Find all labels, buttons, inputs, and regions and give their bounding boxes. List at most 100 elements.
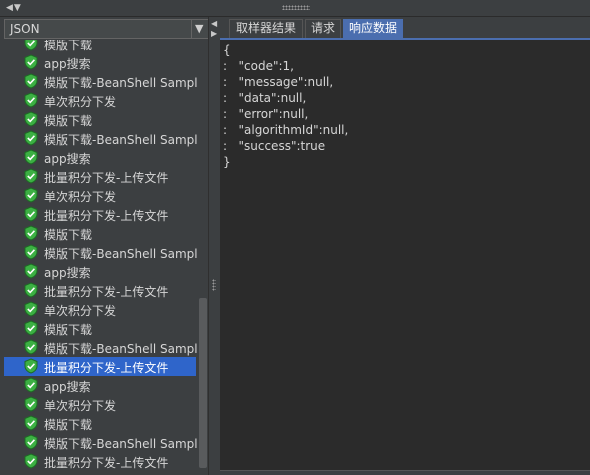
tree-item[interactable]: 模版下载-BeanShell Sampler: [4, 72, 200, 91]
tree-item-label: 模版下载: [44, 228, 93, 242]
tree-item[interactable]: 批量积分下发-上传文件: [4, 167, 196, 186]
check-shield-icon: [24, 263, 38, 279]
tree-item[interactable]: 模版下载: [4, 319, 196, 338]
check-shield-icon: [24, 282, 38, 298]
json-line: {: [223, 43, 231, 57]
renderer-select-value: JSON: [10, 22, 40, 36]
tree-item-label: 批量积分下发-上传文件: [44, 209, 169, 223]
divider-grip-icon[interactable]: [212, 279, 216, 291]
tree-item-label: 批量积分下发-上传文件: [44, 285, 169, 299]
tree-item[interactable]: 单次积分下发: [4, 300, 196, 319]
tree-item-label: 模版下载-BeanShell Sampler: [44, 342, 200, 356]
check-shield-icon: [24, 320, 38, 336]
response-panel[interactable]: { : "code":1, : "message":null, : "data"…: [220, 40, 590, 470]
check-shield-icon: [24, 73, 38, 89]
response-json[interactable]: { : "code":1, : "message":null, : "data"…: [223, 42, 348, 170]
tree-item-label: 批量积分下发-上传文件: [44, 171, 169, 185]
top-divider: [0, 16, 590, 17]
check-shield-icon: [24, 339, 38, 355]
tree-item[interactable]: 模版下载-BeanShell Sampler: [4, 433, 200, 452]
json-line: : "data":null,: [223, 91, 307, 105]
tree-item[interactable]: 批量积分下发-上传文件: [4, 357, 196, 376]
top-toolbar: ◀▼: [0, 0, 590, 16]
tree-item[interactable]: app搜索: [4, 376, 196, 395]
check-shield-icon: [24, 54, 38, 70]
collapse-left-icon[interactable]: ◀: [211, 19, 217, 28]
tree-item[interactable]: app搜索: [4, 53, 196, 72]
tree-item[interactable]: 批量积分下发-上传文件: [4, 205, 196, 224]
tree-item-label: 模版下载: [44, 114, 93, 128]
tree-item[interactable]: 模版下载-BeanShell Sampler: [4, 243, 200, 262]
check-shield-icon: [24, 415, 38, 431]
grip-icon[interactable]: [282, 5, 310, 10]
tree-item[interactable]: 单次积分下发: [4, 395, 196, 414]
tree-item-label: app搜索: [44, 266, 91, 280]
check-shield-icon: [24, 111, 38, 127]
tab-sampler-result[interactable]: 取样器结果: [229, 19, 303, 38]
tree-item[interactable]: 模版下载-BeanShell Sampler: [4, 129, 200, 148]
tab-label: 请求: [310, 21, 335, 35]
tree-item-label: 单次积分下发: [44, 304, 117, 318]
split-pane-divider[interactable]: ◀ ▶: [208, 17, 220, 475]
tree-item-label: 单次积分下发: [44, 95, 117, 109]
check-shield-icon: [24, 396, 38, 412]
check-shield-icon: [24, 301, 38, 317]
json-line: : "algorithmId":null,: [223, 123, 349, 137]
tree-item[interactable]: app搜索: [4, 262, 196, 281]
check-shield-icon: [24, 92, 38, 108]
tree-item[interactable]: 模版下载: [4, 414, 196, 433]
check-shield-icon: [24, 130, 38, 146]
tree-item-label: 模版下载: [44, 323, 93, 337]
tree-item-label: 批量积分下发-上传文件: [44, 456, 169, 470]
tree-item-label: app搜索: [44, 152, 91, 166]
tree-item-label: 模版下载: [44, 418, 93, 432]
tree-item[interactable]: app搜索: [4, 148, 196, 167]
expand-right-icon[interactable]: ▶: [211, 29, 217, 38]
tree-item-label: 模版下载-BeanShell Sampler: [44, 76, 200, 90]
tree-item-label: app搜索: [44, 380, 91, 394]
tab-response-data[interactable]: 响应数据: [343, 19, 403, 38]
tree-scrollbar-thumb[interactable]: [199, 298, 207, 468]
check-shield-icon: [24, 187, 38, 203]
check-shield-icon: [24, 453, 38, 469]
json-line: : "code":1,: [223, 59, 294, 73]
results-tree[interactable]: 模版下载 app搜索 模版下载-BeanShell Sampler 单次积分下发 模版下…: [4, 40, 200, 472]
tree-item-label: 模版下载-BeanShell Sampler: [44, 247, 200, 261]
check-shield-icon: [24, 377, 38, 393]
tree-item[interactable]: 批量积分下发-上传文件: [4, 452, 196, 471]
check-shield-icon: [24, 168, 38, 184]
tab-label: 响应数据: [348, 21, 397, 35]
tree-item-label: app搜索: [44, 57, 91, 71]
tree-item-label: 模版下载-BeanShell Sampler: [44, 133, 200, 147]
chevron-down-icon[interactable]: ▼: [195, 22, 203, 35]
json-line: : "error":null,: [223, 107, 309, 121]
check-shield-icon: [24, 40, 38, 51]
tree-item[interactable]: 单次积分下发: [4, 91, 196, 110]
json-line: : "success":true: [223, 139, 326, 153]
check-shield-icon: [24, 225, 38, 241]
tab-label: 取样器结果: [235, 21, 296, 35]
tree-item-label: 模版下载: [44, 40, 93, 52]
json-line: }: [223, 155, 231, 169]
check-shield-icon: [24, 434, 38, 450]
tree-item[interactable]: 单次积分下发: [4, 186, 196, 205]
check-shield-icon: [24, 149, 38, 165]
tree-item[interactable]: 批量积分下发-上传文件: [4, 281, 196, 300]
tree-item-label: 单次积分下发: [44, 399, 117, 413]
collapse-arrows-icon[interactable]: ◀▼: [6, 3, 22, 13]
tree-item-label: 批量积分下发-上传文件: [44, 361, 169, 375]
renderer-select-separator: [191, 20, 192, 38]
renderer-select[interactable]: JSON ▼: [4, 19, 211, 39]
tree-item-label: 模版下载-BeanShell Sampler: [44, 437, 200, 451]
tree-item[interactable]: 模版下载: [4, 40, 196, 53]
tree-item[interactable]: 模版下载: [4, 224, 196, 243]
response-horizontal-scrollbar[interactable]: [220, 470, 590, 475]
tree-item[interactable]: 模版下载: [4, 110, 196, 129]
tree-item-label: 单次积分下发: [44, 190, 117, 204]
check-shield-icon: [24, 358, 38, 374]
tree-item[interactable]: 模版下载-BeanShell Sampler: [4, 338, 200, 357]
check-shield-icon: [24, 206, 38, 222]
tab-request[interactable]: 请求: [305, 19, 341, 38]
json-line: : "message":null,: [223, 75, 334, 89]
tree-scrollbar[interactable]: [198, 40, 208, 472]
